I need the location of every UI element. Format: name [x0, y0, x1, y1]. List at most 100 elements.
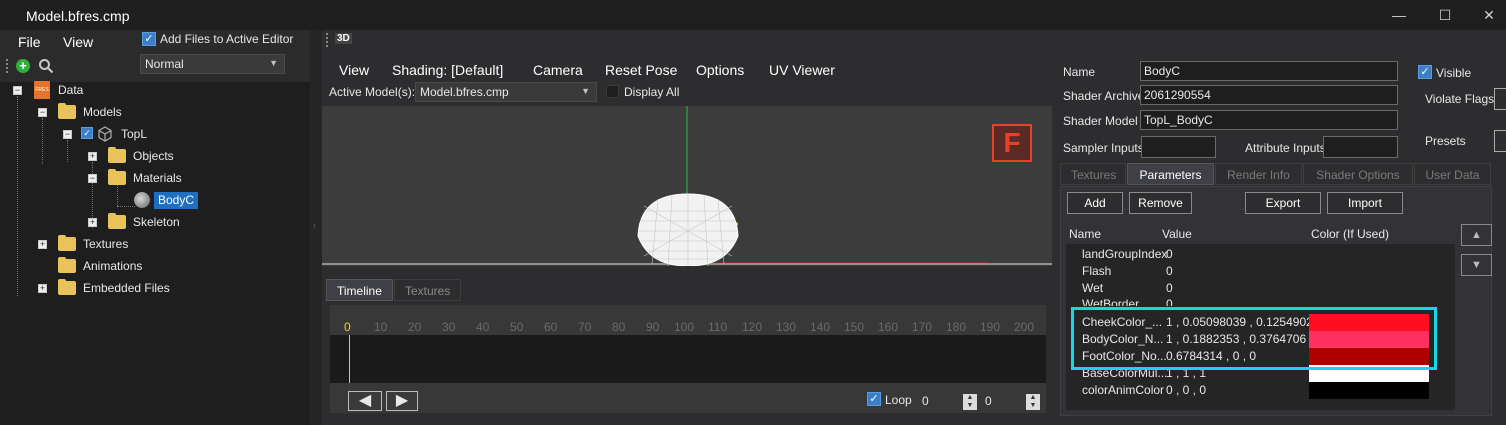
- name-field[interactable]: BodyC: [1140, 61, 1398, 81]
- menu-options[interactable]: Options: [696, 62, 744, 78]
- menu-shading[interactable]: Shading: [Default]: [392, 62, 503, 78]
- column-header-color[interactable]: Color (If Used): [1311, 227, 1389, 241]
- param-row[interactable]: WetBorder 0: [1066, 296, 1455, 306]
- maximize-button[interactable]: ☐: [1430, 4, 1460, 26]
- timeline-tick: 110: [708, 320, 728, 334]
- menu-view[interactable]: View: [63, 34, 93, 50]
- add-files-checkbox[interactable]: ✓: [142, 32, 156, 46]
- 3d-viewport[interactable]: F: [322, 106, 1052, 266]
- import-button[interactable]: Import: [1327, 192, 1403, 214]
- minimize-button[interactable]: —: [1384, 4, 1414, 26]
- collapse-icon[interactable]: −: [13, 86, 22, 95]
- color-swatch[interactable]: [1309, 331, 1429, 348]
- close-button[interactable]: ✕: [1474, 4, 1504, 26]
- timeline-panel[interactable]: 0 10 20 30 40 50 60 70 80 90 100 110 120…: [330, 305, 1046, 413]
- param-name: WetBorder: [1082, 297, 1140, 306]
- shader-archive-field[interactable]: 2061290554: [1140, 85, 1398, 105]
- param-row[interactable]: landGroupIndex 0: [1066, 246, 1455, 263]
- tab-render-info[interactable]: Render Info: [1215, 163, 1302, 185]
- attribute-inputs-field[interactable]: [1323, 136, 1398, 158]
- frame-spinner[interactable]: ▲ ▼: [963, 394, 977, 410]
- search-icon[interactable]: [38, 58, 54, 74]
- collapse-icon[interactable]: −: [38, 108, 47, 117]
- remove-param-button[interactable]: Remove: [1129, 192, 1192, 214]
- tree-item-skeleton[interactable]: + Skeleton: [0, 212, 300, 232]
- column-header-name[interactable]: Name: [1069, 227, 1101, 241]
- menu-uv-viewer[interactable]: UV Viewer: [769, 62, 835, 78]
- title-bar: Model.bfres.cmp — ☐ ✕: [0, 0, 1506, 30]
- tree-item-models[interactable]: − Models: [0, 102, 300, 122]
- menu-file[interactable]: File: [18, 34, 41, 50]
- expand-icon[interactable]: +: [38, 284, 47, 293]
- tree-item-bodyc[interactable]: BodyC: [0, 190, 300, 210]
- tab-material-parameters[interactable]: Parameters: [1127, 163, 1214, 185]
- collapse-icon[interactable]: −: [88, 174, 97, 183]
- playhead[interactable]: [349, 335, 350, 383]
- param-row[interactable]: CheekColor_... 1 , 0.05098039 , 0.125490…: [1066, 314, 1455, 331]
- visible-checkbox[interactable]: ✓: [1418, 65, 1432, 79]
- color-swatch[interactable]: [1309, 365, 1429, 382]
- color-swatch[interactable]: [1309, 314, 1429, 331]
- active-model-dropdown[interactable]: Model.bfres.cmp ▼: [415, 82, 597, 102]
- violate-flags-field[interactable]: [1494, 88, 1506, 110]
- color-swatch[interactable]: [1309, 382, 1429, 399]
- column-header-value[interactable]: Value: [1162, 227, 1192, 241]
- tree-item-objects[interactable]: + Objects: [0, 146, 300, 166]
- param-row[interactable]: Wet 0: [1066, 280, 1455, 297]
- presets-field[interactable]: [1494, 130, 1506, 152]
- color-swatch[interactable]: [1309, 348, 1429, 365]
- scene-tree[interactable]: − FRES Data − Models − ✓ TopL + Objects …: [0, 80, 310, 425]
- param-row[interactable]: BodyColor_N... 1 , 0.1882353 , 0.3764706: [1066, 331, 1455, 348]
- timeline-tick: 140: [810, 320, 831, 334]
- menu-reset-pose[interactable]: Reset Pose: [605, 62, 677, 78]
- end-frame-value[interactable]: 0: [985, 394, 992, 408]
- tree-item-animations[interactable]: Animations: [0, 256, 300, 276]
- param-name: landGroupIndex: [1082, 247, 1168, 261]
- grip-handle[interactable]: [6, 59, 9, 73]
- tab-shader-options[interactable]: Shader Options: [1303, 163, 1413, 185]
- badge-3d[interactable]: 3D: [335, 33, 352, 44]
- expand-icon[interactable]: +: [88, 218, 97, 227]
- param-row[interactable]: FootColor_No... 0.6784314 , 0 , 0: [1066, 348, 1455, 365]
- collapse-icon[interactable]: −: [63, 130, 72, 139]
- param-value: 0 , 0 , 0: [1166, 383, 1207, 397]
- menu-view[interactable]: View: [339, 62, 369, 78]
- timeline-track[interactable]: [330, 335, 1046, 383]
- shader-model-field[interactable]: TopL_BodyC: [1140, 110, 1398, 130]
- topl-visible-checkbox[interactable]: ✓: [81, 127, 93, 139]
- tree-item-materials[interactable]: − Materials: [0, 168, 300, 188]
- tree-item-data[interactable]: − FRES Data: [0, 80, 300, 100]
- add-param-button[interactable]: Add: [1067, 192, 1123, 214]
- timeline-tick: 10: [374, 320, 388, 334]
- loop-checkbox[interactable]: ✓: [867, 392, 881, 406]
- param-row[interactable]: BaseColorMul... 1 , 1 , 1: [1066, 365, 1455, 382]
- tab-material-textures[interactable]: Textures: [1060, 163, 1126, 185]
- current-frame-value[interactable]: 0: [922, 394, 929, 408]
- display-all-checkbox[interactable]: [606, 85, 619, 98]
- chevron-down-icon: ▼: [581, 86, 590, 96]
- mode-dropdown[interactable]: Normal ▼: [140, 54, 285, 74]
- timeline-ruler[interactable]: 0 10 20 30 40 50 60 70 80 90 100 110 120…: [330, 313, 1046, 334]
- parameters-list[interactable]: landGroupIndex 0 Flash 0 Wet 0 WetBorder…: [1066, 244, 1455, 410]
- end-frame-spinner[interactable]: ▲ ▼: [1026, 394, 1040, 410]
- menu-camera[interactable]: Camera: [533, 62, 583, 78]
- splitter-left[interactable]: ‹: [310, 30, 322, 425]
- export-button[interactable]: Export: [1245, 192, 1321, 214]
- tree-item-topl[interactable]: − ✓ TopL: [0, 124, 300, 144]
- expand-icon[interactable]: +: [88, 152, 97, 161]
- next-frame-button[interactable]: ▶: [386, 391, 418, 411]
- expand-icon[interactable]: +: [38, 240, 47, 249]
- tab-user-data[interactable]: User Data: [1414, 163, 1491, 185]
- sampler-inputs-field[interactable]: [1141, 136, 1216, 158]
- param-row[interactable]: colorAnimColor 0 , 0 , 0: [1066, 382, 1455, 399]
- tab-timeline[interactable]: Timeline: [326, 279, 393, 301]
- prev-frame-button[interactable]: ◀: [348, 391, 382, 411]
- tab-textures[interactable]: Textures: [394, 279, 462, 301]
- move-down-button[interactable]: ▼: [1461, 254, 1492, 276]
- grip-handle[interactable]: [326, 33, 329, 47]
- tree-item-embedded-files[interactable]: + Embedded Files: [0, 278, 300, 298]
- add-icon[interactable]: +: [16, 59, 30, 73]
- param-row[interactable]: Flash 0: [1066, 263, 1455, 280]
- tree-item-textures[interactable]: + Textures: [0, 234, 300, 254]
- move-up-button[interactable]: ▲: [1461, 224, 1492, 246]
